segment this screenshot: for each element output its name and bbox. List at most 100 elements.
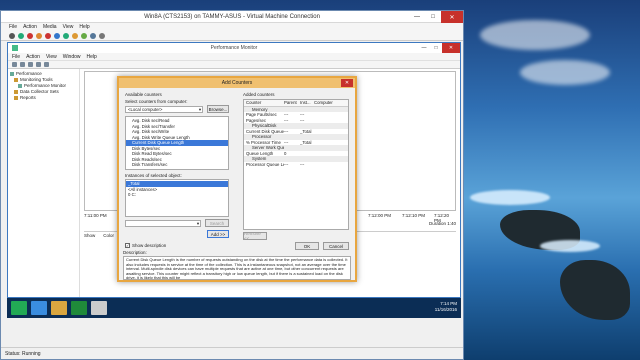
performance-icon: [10, 72, 14, 76]
file-explorer-icon[interactable]: [51, 301, 67, 315]
legend-color-header[interactable]: Color: [103, 233, 114, 239]
computer-select[interactable]: <Local computer> ▾: [125, 106, 203, 113]
maximize-icon[interactable]: □: [430, 43, 442, 53]
menu-media[interactable]: Media: [43, 24, 57, 30]
show-description-label: Show description: [132, 243, 167, 248]
help-icon[interactable]: [44, 62, 49, 67]
menu-action[interactable]: Action: [26, 54, 40, 60]
perfmon-tree: Performance Monitoring Tools Performance…: [8, 69, 80, 297]
add-counters-dialog: Add Counters ✕ Available counters Select…: [117, 76, 357, 282]
perfmon-menubar: File Action View Window Help: [8, 53, 460, 61]
perfmon-title: Performance Monitor: [210, 45, 258, 51]
menu-file[interactable]: File: [12, 54, 20, 60]
forward-icon[interactable]: [20, 62, 25, 67]
close-icon[interactable]: ✕: [442, 43, 460, 53]
menu-view[interactable]: View: [63, 24, 74, 30]
pause-icon[interactable]: [54, 32, 60, 39]
time-label: 7:11:00 PM: [84, 213, 107, 218]
instances-label: Instances of selected object:: [125, 173, 182, 178]
close-icon[interactable]: ✕: [341, 79, 353, 87]
guest-taskbar: 7:14 PM 11/16/2016: [7, 298, 461, 318]
search-button[interactable]: Search: [205, 219, 229, 227]
resume-icon[interactable]: [63, 32, 69, 39]
vm-titlebar: Win8A (CTS2153) on TAMMY-ASUS - Virtual …: [1, 11, 463, 23]
cancel-button[interactable]: Cancel: [323, 242, 349, 250]
available-counters-label: Available counters: [125, 92, 162, 97]
added-counters-label: Added counters: [243, 92, 275, 97]
instance-list-item[interactable]: 0 C:: [126, 192, 228, 198]
wave-decoration: [470, 190, 550, 205]
ctrl-alt-del-icon[interactable]: [9, 32, 15, 39]
counter-list-item[interactable]: Disk Transfers/sec: [126, 162, 228, 168]
perfmon-taskbar-icon[interactable]: [91, 301, 107, 315]
close-icon[interactable]: ✕: [441, 11, 463, 23]
taskbar-clock: 7:14 PM 11/16/2016: [435, 301, 457, 313]
time-label: 7:12:00 PM: [368, 213, 392, 218]
added-counter-row[interactable]: Processor Queue Le...------: [244, 162, 348, 168]
reset-icon[interactable]: [72, 32, 78, 39]
snapshot-icon[interactable]: [81, 32, 87, 39]
select-computer-label: Select counters from computer:: [125, 99, 188, 104]
col-instance[interactable]: Inst...: [300, 100, 314, 106]
chevron-down-icon: ▾: [196, 221, 199, 226]
ie-icon[interactable]: [31, 301, 47, 315]
added-cell-p: ---: [284, 161, 289, 167]
show-hide-tree-icon[interactable]: [36, 62, 41, 67]
maximize-icon[interactable]: □: [425, 11, 441, 23]
tree-item-reports[interactable]: Reports: [10, 95, 77, 101]
add-button[interactable]: Add >>: [207, 230, 229, 238]
description-label: Description:: [123, 250, 147, 255]
minimize-icon[interactable]: —: [418, 43, 430, 53]
col-parent[interactable]: Parent: [284, 100, 300, 106]
revert-icon[interactable]: [90, 32, 96, 39]
up-icon[interactable]: [28, 62, 33, 67]
ok-button[interactable]: OK: [295, 242, 319, 250]
perfmon-app-icon: [12, 45, 18, 51]
perfmon-toolbar: [8, 61, 460, 69]
folder-icon: [14, 90, 18, 94]
enhanced-session-icon[interactable]: [99, 32, 105, 39]
col-computer[interactable]: Computer: [314, 100, 344, 106]
vm-toolbar: [1, 31, 463, 41]
added-cell-i: ---: [300, 161, 305, 167]
vm-status-bar: Status: Running: [1, 347, 463, 359]
clock-date: 11/16/2016: [434, 307, 457, 312]
turn-off-icon[interactable]: [27, 32, 33, 39]
instances-list[interactable]: _Total <All instances> 0 C:: [125, 179, 229, 217]
menu-help[interactable]: Help: [87, 54, 97, 60]
folder-icon: [14, 78, 18, 82]
show-description-checkbox[interactable]: ✓: [125, 243, 130, 248]
duration-label: Duration: [428, 221, 446, 226]
remove-button[interactable]: Remove <<: [243, 231, 267, 241]
menu-help[interactable]: Help: [79, 24, 89, 30]
wave-decoration: [540, 240, 600, 252]
perfmon-titlebar: Performance Monitor — □ ✕: [8, 43, 460, 53]
added-cell-m: [314, 162, 344, 168]
shutdown-icon[interactable]: [36, 32, 42, 39]
added-cell-c: Processor Queue Le...: [246, 161, 284, 167]
back-icon[interactable]: [12, 62, 17, 67]
start-icon[interactable]: [18, 32, 24, 39]
vm-status-text: Status: Running: [5, 350, 41, 357]
available-counters-list[interactable]: Avg. Disk sec/Read Avg. Disk sec/Transfer…: [125, 116, 229, 170]
time-label: 7:12:10 PM: [402, 213, 426, 218]
chevron-down-icon: ▾: [198, 107, 201, 112]
cloud-decoration: [520, 60, 610, 85]
menu-file[interactable]: File: [9, 24, 17, 30]
dialog-titlebar: Add Counters ✕: [119, 78, 355, 88]
windows-start-icon[interactable]: [11, 301, 27, 315]
col-counter[interactable]: Counter: [244, 100, 284, 106]
rock-decoration: [560, 260, 630, 320]
description-text: Current Disk Queue Length is the number …: [123, 256, 351, 280]
menu-window[interactable]: Window: [63, 54, 81, 60]
excel-icon[interactable]: [71, 301, 87, 315]
save-icon[interactable]: [45, 32, 51, 39]
chart-icon: [18, 84, 22, 88]
added-counters-table[interactable]: Counter Parent Inst... Computer Memory Pa…: [243, 99, 349, 230]
menu-view[interactable]: View: [46, 54, 57, 60]
minimize-icon[interactable]: —: [409, 11, 425, 23]
legend-show-header[interactable]: Show: [84, 233, 95, 239]
menu-action[interactable]: Action: [23, 24, 37, 30]
browse-button[interactable]: Browse...: [207, 105, 229, 113]
search-input[interactable]: ▾: [125, 220, 201, 227]
